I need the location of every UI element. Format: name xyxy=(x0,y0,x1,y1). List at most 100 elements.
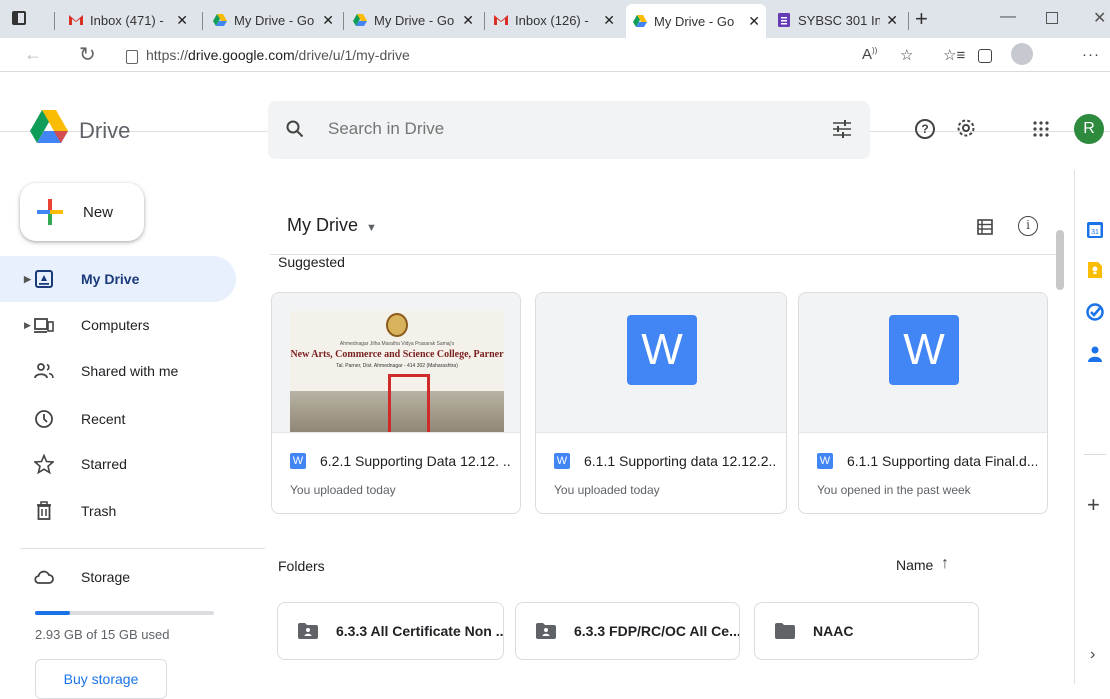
suggested-file-card[interactable]: W W 6.1.1 Supporting data Final.d... You … xyxy=(798,292,1048,514)
new-tab-button[interactable]: + xyxy=(915,6,928,32)
side-panel-divider xyxy=(1074,170,1075,684)
buy-storage-button[interactable]: Buy storage xyxy=(35,659,167,699)
browser-tab[interactable]: My Drive - Go ✕ xyxy=(206,6,340,34)
my-drive-icon xyxy=(35,270,53,288)
close-icon[interactable]: ✕ xyxy=(603,12,615,29)
settings-gear-icon[interactable] xyxy=(954,116,978,140)
browser-tab-active[interactable]: My Drive - Go ✕ xyxy=(626,4,766,38)
file-activity: You uploaded today xyxy=(554,483,660,497)
search-icon[interactable] xyxy=(286,120,304,138)
folder-item[interactable]: 6.3.3 FDP/RC/OC All Ce... xyxy=(515,602,740,660)
minimize-icon[interactable]: — xyxy=(1000,8,1016,26)
new-button[interactable]: New xyxy=(20,183,144,241)
main-divider xyxy=(270,254,1057,255)
address-bar[interactable]: https://drive.google.com/drive/u/1/my-dr… xyxy=(126,42,906,68)
expand-caret-icon[interactable]: ▶ xyxy=(24,320,31,331)
close-icon[interactable]: ✕ xyxy=(176,12,188,29)
sidebar-item-shared-with-me[interactable]: Shared with me xyxy=(0,348,236,394)
tab-title: SYBSC 301 Int xyxy=(798,12,881,28)
file-name: 6.1.1 Supporting data 12.12.2... xyxy=(584,453,776,469)
storage-usage-fill xyxy=(35,611,70,615)
file-activity: You opened in the past week xyxy=(817,483,971,497)
tab-title: My Drive - Go xyxy=(654,13,735,29)
scrollbar-thumb[interactable] xyxy=(1056,230,1064,290)
lock-icon xyxy=(126,50,138,64)
word-doc-icon: W xyxy=(889,315,959,385)
svg-text:31: 31 xyxy=(1091,229,1099,236)
collections-icon[interactable] xyxy=(978,49,992,63)
read-aloud-icon[interactable]: A)) xyxy=(862,46,877,63)
page-title-dropdown[interactable]: My Drive ▼ xyxy=(287,215,377,236)
url-scheme: https:// xyxy=(146,47,189,63)
sidebar-item-label: My Drive xyxy=(81,271,140,287)
sort-direction-icon[interactable]: ↑ xyxy=(941,555,949,573)
account-avatar[interactable]: R xyxy=(1074,114,1104,144)
browser-tab[interactable]: SYBSC 301 Int ✕ xyxy=(770,6,904,34)
browser-tab[interactable]: My Drive - Go ✕ xyxy=(346,6,480,34)
help-icon[interactable]: ? xyxy=(915,119,935,139)
contacts-icon[interactable] xyxy=(1086,345,1104,363)
maximize-icon[interactable] xyxy=(1046,12,1058,24)
keep-icon[interactable] xyxy=(1086,261,1104,279)
browser-tab[interactable]: Inbox (471) - ✕ xyxy=(62,6,194,34)
shared-folder-icon xyxy=(536,623,556,639)
plus-icon xyxy=(37,199,63,225)
trash-icon xyxy=(37,501,51,520)
url-path: /drive/u/1/my-drive xyxy=(294,47,410,63)
close-icon[interactable]: ✕ xyxy=(748,13,760,30)
sidebar-item-my-drive[interactable]: ▶ My Drive xyxy=(0,256,236,302)
storage-usage-bar xyxy=(35,611,214,615)
file-name: 6.2.1 Supporting Data 12.12. ... xyxy=(320,453,510,469)
tab-separator xyxy=(484,12,485,30)
close-icon[interactable]: ✕ xyxy=(462,12,474,29)
sidebar-item-trash[interactable]: Trash xyxy=(0,488,236,534)
gmail-icon xyxy=(494,15,508,25)
window-close-icon[interactable]: ✕ xyxy=(1093,8,1106,28)
tab-title: My Drive - Go xyxy=(234,12,315,28)
college-address-line: Tal. Parner, Dist. Ahmednagar - 414 302 … xyxy=(336,363,458,369)
page-title: My Drive xyxy=(287,215,358,235)
close-icon[interactable]: ✕ xyxy=(322,12,334,29)
favorite-add-icon[interactable]: ☆ xyxy=(900,46,913,64)
browser-profile-avatar[interactable] xyxy=(1011,43,1033,65)
sidebar-item-starred[interactable]: Starred xyxy=(0,441,236,487)
college-emblem-icon xyxy=(386,313,408,337)
folder-name: 6.3.3 FDP/RC/OC All Ce... xyxy=(574,623,740,639)
folder-item[interactable]: 6.3.3 All Certificate Non ... xyxy=(277,602,504,660)
sidebar-item-label: Storage xyxy=(81,569,131,585)
refresh-icon[interactable]: ↻ xyxy=(79,42,96,67)
college-banner-image: Ahmednagar Jilha Maratha Vidya Prasarak … xyxy=(290,311,504,432)
suggested-file-card[interactable]: W W 6.1.1 Supporting data 12.12.2... You … xyxy=(535,292,787,514)
list-view-icon[interactable] xyxy=(977,219,993,235)
search-input[interactable] xyxy=(326,118,726,140)
tab-separator xyxy=(202,12,203,30)
tab-actions-icon[interactable] xyxy=(12,11,26,25)
suggested-file-card[interactable]: Ahmednagar Jilha Maratha Vidya Prasarak … xyxy=(271,292,521,514)
sidebar-item-recent[interactable]: Recent xyxy=(0,396,236,442)
tasks-icon[interactable] xyxy=(1086,303,1104,321)
sort-by-name-button[interactable]: Name xyxy=(896,557,933,573)
back-icon[interactable]: ← xyxy=(24,44,42,65)
folder-item[interactable]: NAAC xyxy=(754,602,979,660)
people-icon xyxy=(34,363,54,379)
browser-tab[interactable]: Inbox (126) - ✕ xyxy=(487,6,621,34)
search-options-icon[interactable] xyxy=(832,120,852,138)
college-highlight-frame xyxy=(388,374,430,432)
expand-caret-icon[interactable]: ▶ xyxy=(24,274,31,285)
side-panel-separator xyxy=(1084,454,1106,455)
calendar-icon[interactable]: 31 xyxy=(1086,221,1104,239)
file-preview: Ahmednagar Jilha Maratha Vidya Prasarak … xyxy=(272,293,520,433)
favorites-icon[interactable]: ☆≡ xyxy=(943,46,965,64)
folders-heading: Folders xyxy=(278,558,325,574)
file-preview: W xyxy=(799,293,1047,433)
get-addons-icon[interactable]: + xyxy=(1087,492,1100,518)
google-apps-icon[interactable] xyxy=(1033,121,1049,137)
more-options-icon[interactable]: ··· xyxy=(1082,46,1100,63)
chevron-right-icon[interactable]: › xyxy=(1090,646,1095,664)
dropdown-arrow-icon: ▼ xyxy=(366,222,377,234)
close-icon[interactable]: ✕ xyxy=(886,12,898,29)
sidebar-item-storage[interactable]: Storage xyxy=(0,554,236,600)
info-icon[interactable]: i xyxy=(1018,216,1038,236)
file-preview: W xyxy=(536,293,786,433)
sidebar-item-computers[interactable]: ▶ Computers xyxy=(0,302,236,348)
